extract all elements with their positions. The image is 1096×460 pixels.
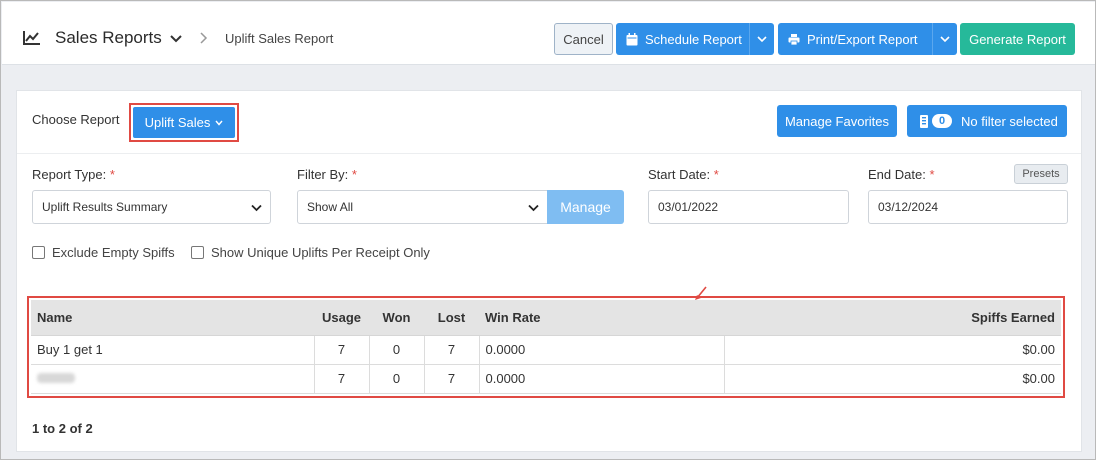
start-date-value: 03/01/2022 bbox=[658, 200, 719, 214]
report-type-label: Report Type: * bbox=[32, 167, 115, 182]
uplift-sales-label: Uplift Sales bbox=[144, 115, 211, 130]
filter-by-label-text: Filter By: bbox=[297, 167, 349, 182]
cancel-button[interactable]: Cancel bbox=[554, 23, 613, 55]
show-unique-checkbox-row[interactable]: Show Unique Uplifts Per Receipt Only bbox=[191, 245, 430, 260]
report-button-highlight: Uplift Sales bbox=[129, 103, 239, 142]
schedule-report-label: Schedule Report bbox=[645, 31, 742, 47]
chevron-down-icon bbox=[757, 35, 767, 42]
filter-button[interactable]: 0 No filter selected bbox=[907, 105, 1067, 137]
pagination-summary: 1 to 2 of 2 bbox=[32, 421, 93, 436]
line-chart-icon bbox=[23, 31, 40, 45]
show-unique-checkbox[interactable] bbox=[191, 246, 204, 259]
end-date-input[interactable]: 03/12/2024 bbox=[868, 190, 1068, 224]
chevron-down-icon bbox=[215, 120, 223, 126]
print-export-button[interactable]: Print/Export Report bbox=[778, 23, 957, 55]
end-date-value: 03/12/2024 bbox=[878, 200, 939, 214]
manage-filter-button[interactable]: Manage bbox=[547, 190, 624, 224]
choose-report-label: Choose Report bbox=[32, 112, 120, 127]
app-frame: Sales Reports Uplift Sales Report Cancel… bbox=[0, 0, 1096, 460]
chevron-down-icon bbox=[940, 35, 950, 42]
section-divider bbox=[17, 153, 1081, 154]
required-mark: * bbox=[109, 167, 115, 182]
manage-favorites-button[interactable]: Manage Favorites bbox=[777, 105, 897, 137]
report-type-label-text: Report Type: bbox=[32, 167, 107, 182]
cancel-button-label: Cancel bbox=[563, 31, 604, 47]
presets-button[interactable]: Presets bbox=[1014, 164, 1068, 184]
breadcrumb: Uplift Sales Report bbox=[225, 31, 334, 46]
required-mark: * bbox=[713, 167, 719, 182]
schedule-dropdown-toggle[interactable] bbox=[749, 23, 774, 55]
table-highlight bbox=[27, 296, 1065, 398]
manage-favorites-label: Manage Favorites bbox=[784, 113, 890, 129]
manage-filter-label: Manage bbox=[560, 199, 611, 215]
show-unique-label: Show Unique Uplifts Per Receipt Only bbox=[211, 245, 430, 260]
end-date-label: End Date: * bbox=[868, 167, 935, 182]
chevron-down-icon bbox=[528, 204, 539, 212]
print-export-label: Print/Export Report bbox=[807, 31, 918, 47]
generate-report-label: Generate Report bbox=[969, 31, 1066, 47]
report-panel: Choose Report Uplift Sales Manage Favori… bbox=[16, 90, 1082, 452]
filter-by-value: Show All bbox=[307, 200, 354, 214]
print-dropdown-toggle[interactable] bbox=[932, 23, 957, 55]
chevron-down-icon bbox=[251, 204, 262, 212]
chevron-down-icon[interactable] bbox=[170, 34, 182, 44]
printer-icon bbox=[788, 33, 800, 45]
filter-by-select[interactable]: Show All bbox=[297, 190, 548, 224]
filter-by-label: Filter By: * bbox=[297, 167, 357, 182]
filter-label: No filter selected bbox=[961, 113, 1058, 129]
start-date-label: Start Date: * bbox=[648, 167, 719, 182]
presets-label: Presets bbox=[1022, 168, 1060, 180]
exclude-empty-checkbox[interactable] bbox=[32, 246, 45, 259]
generate-report-button[interactable]: Generate Report bbox=[960, 23, 1075, 55]
end-date-label-text: End Date: bbox=[868, 167, 926, 182]
chevron-right-icon bbox=[200, 32, 208, 44]
report-type-value: Uplift Results Summary bbox=[42, 200, 168, 214]
required-mark: * bbox=[929, 167, 935, 182]
filter-count-badge: 0 bbox=[932, 114, 952, 128]
required-mark: * bbox=[351, 167, 357, 182]
start-date-label-text: Start Date: bbox=[648, 167, 711, 182]
exclude-empty-checkbox-row[interactable]: Exclude Empty Spiffs bbox=[32, 245, 175, 260]
top-bar: Sales Reports Uplift Sales Report Cancel… bbox=[2, 2, 1095, 65]
exclude-empty-label: Exclude Empty Spiffs bbox=[52, 245, 175, 260]
app-title: Sales Reports bbox=[55, 28, 162, 47]
filter-list-icon bbox=[920, 114, 928, 128]
start-date-input[interactable]: 03/01/2022 bbox=[648, 190, 849, 224]
uplift-sales-button[interactable]: Uplift Sales bbox=[133, 107, 235, 138]
schedule-report-button[interactable]: Schedule Report bbox=[616, 23, 774, 55]
calendar-icon bbox=[626, 32, 638, 45]
report-type-select[interactable]: Uplift Results Summary bbox=[32, 190, 271, 224]
